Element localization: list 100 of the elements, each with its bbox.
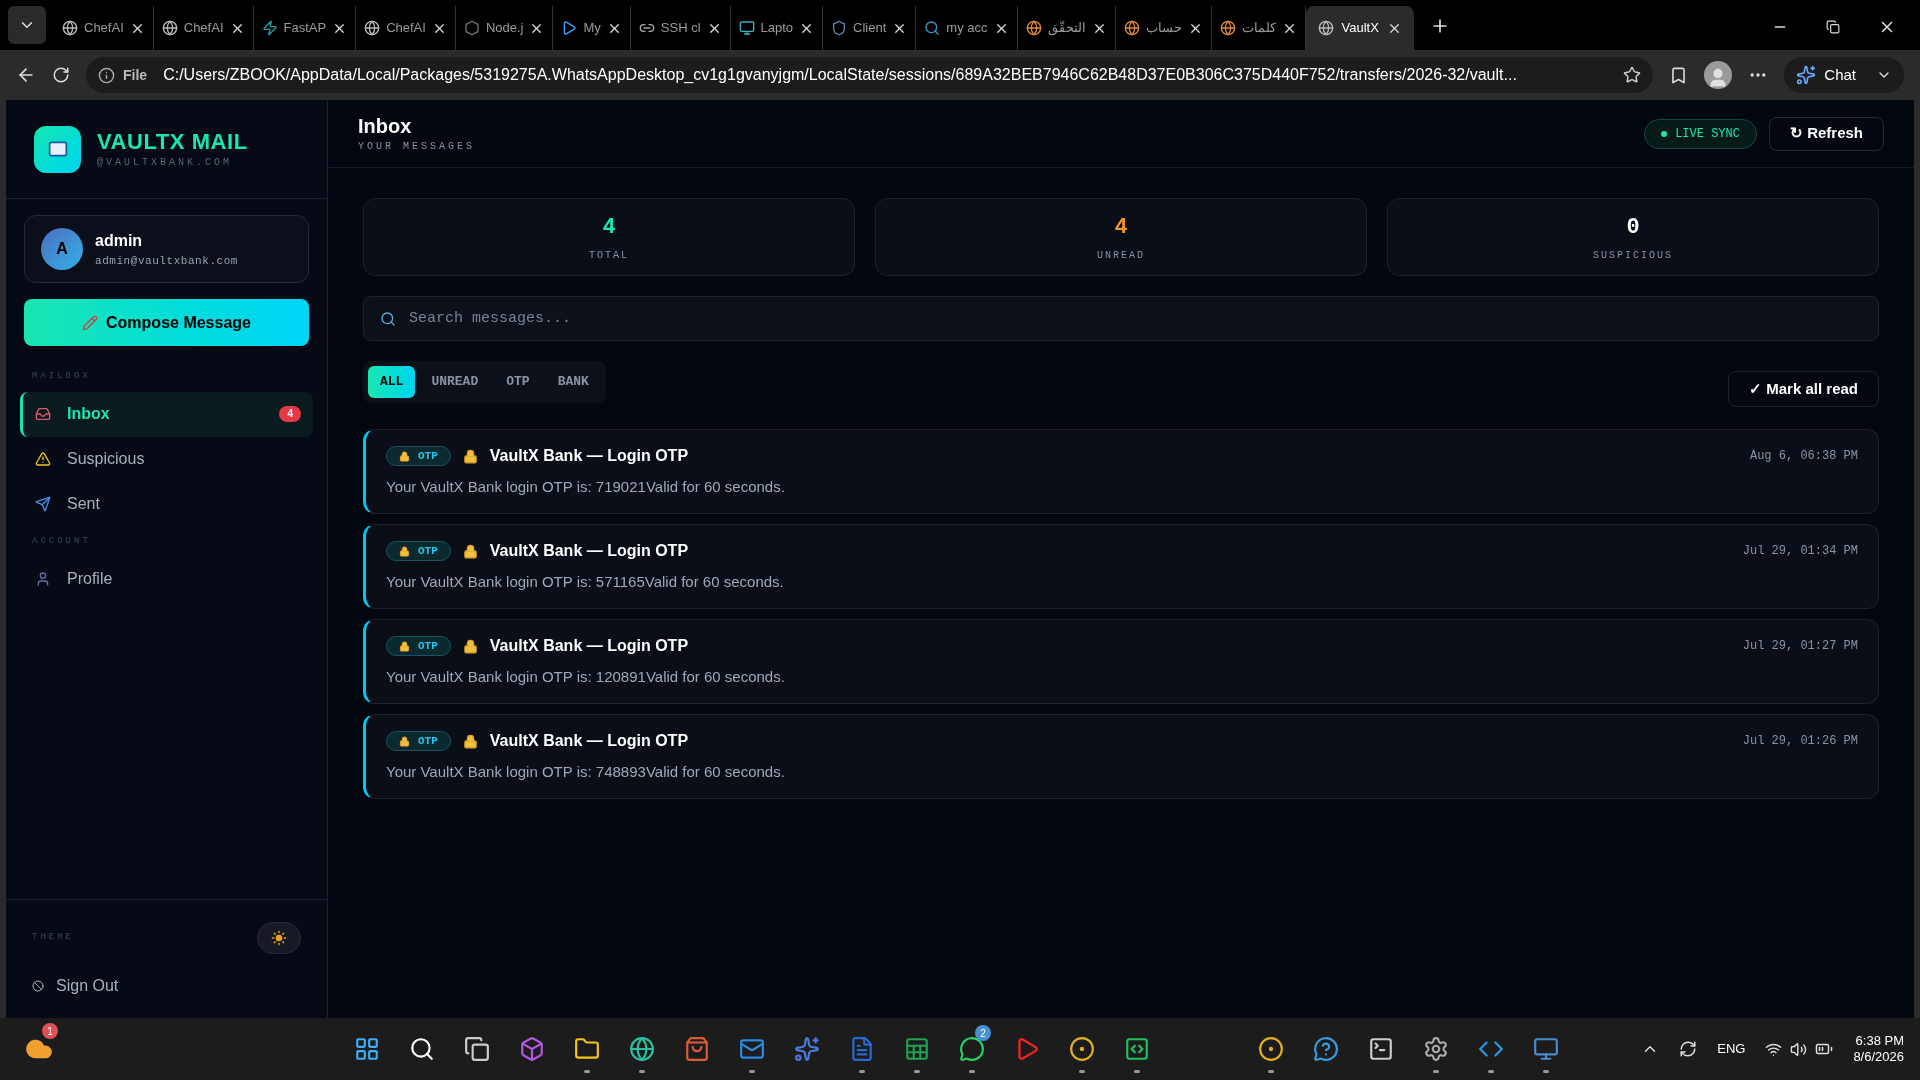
lock-icon [399,450,410,462]
tag-badge: OTP [386,731,451,752]
sign-out-button[interactable]: Sign Out [32,974,301,998]
nav-label: Sent [67,494,101,514]
nav-item[interactable]: Profile [20,556,313,601]
nav-item[interactable]: Suspicious [20,436,313,482]
refresh-button[interactable]: ↻ Refresh [1768,116,1884,151]
page-subtitle: YOUR MESSAGES [358,139,476,154]
tab-title: حساب [1145,19,1182,38]
search-icon[interactable] [409,1036,436,1062]
tab-title: ChefAI [386,19,426,38]
globe-icon [364,20,381,36]
search-icon [924,20,941,36]
nav-item[interactable]: Sent [20,481,313,527]
globe-icon [1123,20,1140,36]
help-icon[interactable] [1313,1036,1340,1062]
tab-title: كلمات [1241,19,1276,38]
filter-tab[interactable]: OTP [494,366,542,398]
lock-icon [399,640,410,652]
globe-icon [1219,20,1236,36]
cube-icon[interactable] [519,1036,546,1062]
globe-icon[interactable] [629,1036,656,1062]
search-field[interactable]: Search messages... [363,296,1879,341]
volume-icon[interactable] [1790,1040,1808,1058]
message-time: Jul 29, 01:27 PM [1742,638,1858,656]
nav-label: Profile [67,568,114,589]
tab-title: Lapto [760,19,794,38]
windows-icon[interactable] [464,1036,491,1062]
sparkles-icon[interactable] [794,1036,821,1062]
shield-icon [831,20,848,36]
message-subject: VaultX Bank — Login OTP [489,541,690,562]
profile-avatar[interactable] [1704,61,1733,89]
notification-badge: 1 [42,1023,58,1039]
lock-icon [462,638,478,654]
warning-icon [35,451,51,467]
message-card[interactable]: OTP VaultX Bank — Login OTP Jul 29, 01:27 PM Your VaultX Bank login OTP is: 120891Valid for 60 seconds. [363,619,1879,704]
stat-value: 4 [1114,214,1128,242]
message-preview: Your VaultX Bank login OTP is: 571165Valid for 60 seconds. [386,572,785,593]
address-field[interactable]: File C:/Users/ZBOOK/AppData/Local/Packages/5319275A.WhatsAppDesktop_cv1g1gvanyjgm/LocalState/sessions/689A32BEB7946C62B48D37E0B306C375D440F752/transfers/2026-32/vault... [86,57,1654,93]
tab-title: Node.j [485,19,524,38]
compose-button[interactable]: Compose Message [24,299,309,346]
message-card[interactable]: OTP VaultX Bank — Login OTP Jul 29, 01:34 PM Your VaultX Bank login OTP is: 571165Valid for 60 seconds. [363,524,1879,609]
theme-toggle[interactable] [257,922,301,954]
chat-button[interactable]: Chat [1784,57,1904,93]
settings-icon[interactable] [1423,1036,1450,1062]
filter-tab[interactable]: BANK [545,366,601,398]
page-title: Inbox [358,113,413,139]
stat-label: SUSPICIOUS [1593,249,1673,263]
section-heading: MAILBOX [31,370,92,383]
brand-subtitle: @VAULTXBANK.COM [97,156,233,171]
filter-tab[interactable]: ALL [368,366,416,398]
restore-icon[interactable] [1826,20,1840,34]
lock-icon [399,735,410,747]
stat-value: 0 [1626,214,1640,242]
message-time: Jul 29, 01:34 PM [1742,543,1858,561]
tag-badge: OTP [386,541,451,562]
live-sync-badge: LIVE SYNC [1644,118,1757,149]
tag-badge: OTP [386,446,451,467]
folder-icon[interactable] [574,1036,601,1062]
mark-all-read-button[interactable]: ✓ Mark all read [1728,371,1879,407]
stat-label: TOTAL [589,249,629,263]
grid-icon[interactable] [354,1036,381,1062]
lock-icon [462,448,478,464]
message-time: Aug 6, 06:38 PM [1749,448,1858,466]
hexagon-icon [463,20,480,36]
circle-icon[interactable] [1069,1036,1096,1062]
message-subject: VaultX Bank — Login OTP [489,731,690,752]
terminal-icon[interactable] [1368,1036,1395,1062]
user-email: admin@vaultxbank.com [95,253,239,269]
info-icon[interactable] [98,66,115,84]
lock-icon [462,733,478,749]
circle-icon[interactable] [1258,1036,1285,1062]
tab-title: ChefAI [84,19,124,38]
tab-title: SSH cl [660,19,701,38]
chat-icon[interactable] [959,1036,986,1062]
user-avatar: A [41,228,83,270]
code-icon[interactable] [1124,1036,1151,1062]
browser-tab[interactable]: VaultX [1305,6,1414,50]
sync-icon[interactable] [1679,1040,1698,1058]
language-indicator[interactable]: ENG [1717,1039,1746,1059]
notification-badge: 2 [975,1025,992,1041]
nav-item[interactable]: Inbox 4 [20,391,313,437]
filter-tab[interactable]: UNREAD [419,366,491,398]
bag-icon[interactable] [684,1036,711,1062]
tag-badge: OTP [386,636,451,657]
spreadsheet-icon[interactable] [904,1036,931,1062]
reload-icon[interactable] [52,66,70,84]
inbox-icon [35,406,51,422]
message-card[interactable]: OTP VaultX Bank — Login OTP Jul 29, 01:26 PM Your VaultX Bank login OTP is: 748893Valid for 60 seconds. [363,714,1879,799]
theme-label: THEME [32,931,74,945]
clock[interactable]: 6:38 PM 8/6/2026 [1853,1032,1904,1066]
send-icon [35,496,51,512]
nav-label: Suspicious [67,449,146,469]
tab-title: VaultX [1341,19,1379,38]
message-card[interactable]: OTP VaultX Bank — Login OTP Aug 6, 06:38 PM Your VaultX Bank login OTP is: 719021Valid for 60 seconds. [363,429,1879,514]
favorite-icon[interactable] [1623,66,1642,84]
monitor-icon[interactable] [1533,1036,1560,1062]
pencil-icon [82,314,99,331]
message-preview: Your VaultX Bank login OTP is: 120891Valid for 60 seconds. [386,667,786,688]
mail-icon[interactable] [739,1036,766,1062]
